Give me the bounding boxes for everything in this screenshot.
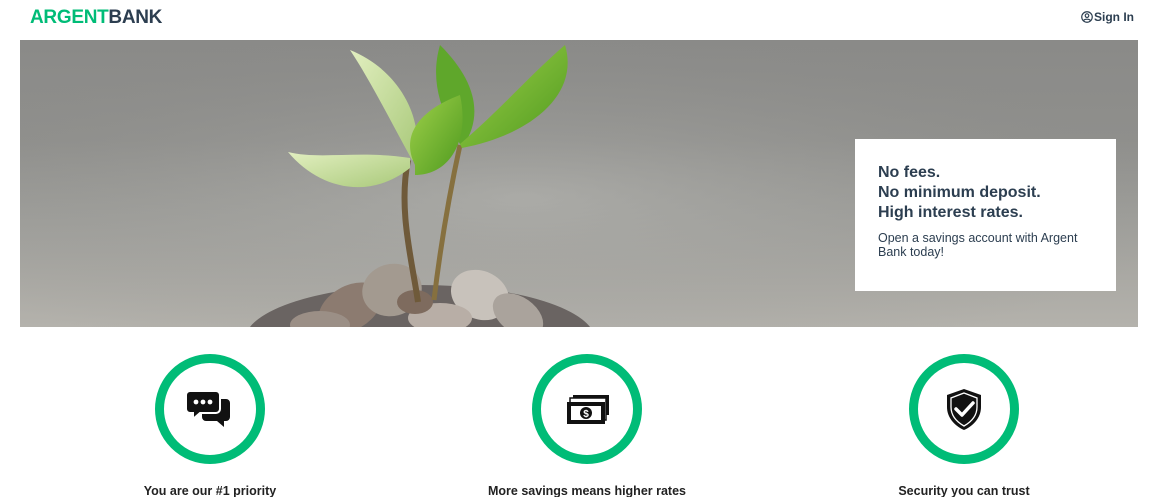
sign-in-label: Sign In <box>1094 10 1134 24</box>
top-nav: ARGENTBANK Sign In <box>0 0 1158 38</box>
feature-title-security: Security you can trust <box>898 484 1030 497</box>
promo-subtitle-no-fees: No fees. <box>878 164 941 181</box>
feature-icon-circle <box>909 354 1019 464</box>
promo-text: Open a savings account with Argent Bank … <box>878 231 1078 259</box>
logo-text-argent: ARGENT <box>30 7 109 28</box>
argent-bank-logo[interactable]: ARGENTBANK <box>30 7 162 29</box>
feature-title-priority: You are our #1 priority <box>143 484 277 497</box>
logo-text-bank: BANK <box>108 7 163 28</box>
sign-in-link[interactable]: Sign In <box>1081 10 1134 24</box>
promo-card: No fees. No minimum deposit. High intere… <box>855 139 1116 291</box>
hero-banner: No fees. No minimum deposit. High intere… <box>20 40 1138 327</box>
user-circle-icon <box>1081 11 1093 23</box>
promo-subtitle-no-deposit: No minimum deposit. <box>878 184 1041 201</box>
promo-subtitle-high-rates: High interest rates. <box>878 204 1023 221</box>
feature-title-savings: More savings means higher rates <box>488 484 686 497</box>
shield-check-icon <box>947 389 981 430</box>
money-bill-icon: $ <box>567 395 609 424</box>
svg-text:$: $ <box>583 409 589 420</box>
feature-icon-circle <box>155 354 265 464</box>
feature-icon-circle: $ <box>532 354 642 464</box>
chat-bubbles-icon <box>186 390 230 427</box>
